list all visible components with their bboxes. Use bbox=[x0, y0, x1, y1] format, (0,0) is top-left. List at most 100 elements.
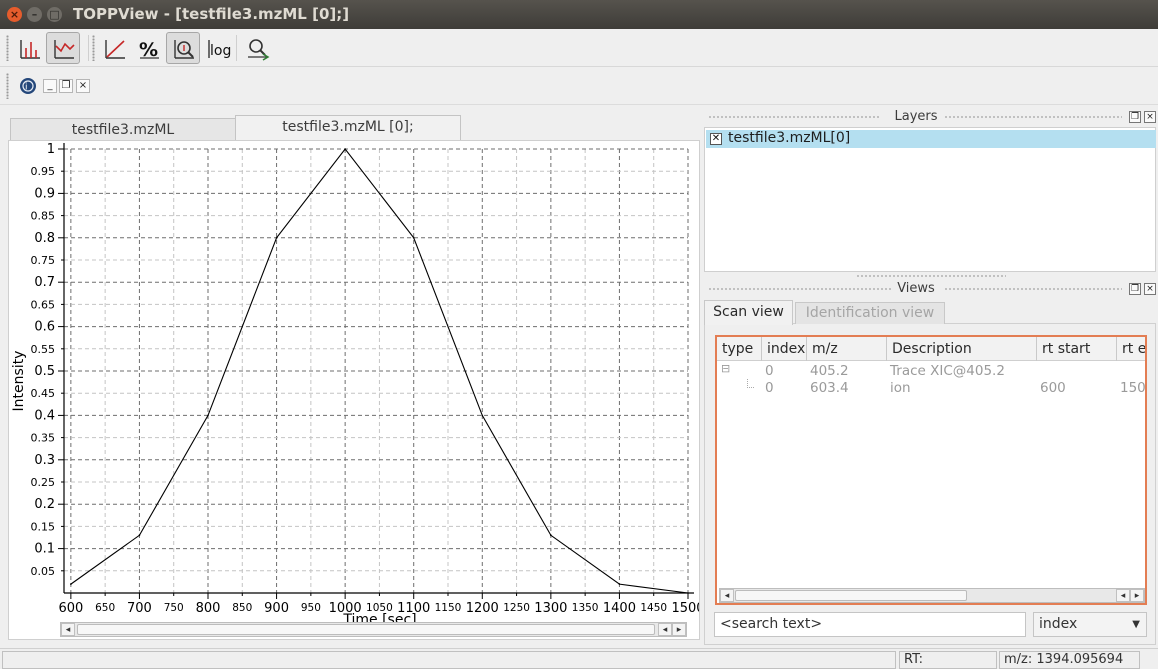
x-tick-label: 800 bbox=[196, 601, 221, 616]
layer-item[interactable]: ✕ testfile3.mzML[0] bbox=[706, 130, 1156, 148]
toolbar-grip[interactable] bbox=[6, 35, 9, 61]
y-tick-label: 0.2 bbox=[34, 497, 55, 512]
reset-zoom-button[interactable] bbox=[240, 32, 274, 64]
data-point bbox=[481, 414, 484, 417]
x-minor-tick-label: 1350 bbox=[572, 602, 599, 614]
status-rt: RT: bbox=[899, 651, 997, 669]
scroll-right-arrow[interactable]: ▸ bbox=[1130, 589, 1144, 602]
collapse-tree-icon[interactable]: ⊟ bbox=[721, 362, 730, 375]
column-header-rt-end[interactable]: rt e bbox=[1117, 337, 1145, 361]
restore-subwindow-button[interactable]: ❐ bbox=[59, 79, 73, 93]
y-tick-label: 0.45 bbox=[31, 387, 56, 400]
data-point bbox=[344, 148, 346, 150]
window-title: TOPPView - [testfile3.mzML [0];] bbox=[73, 5, 350, 23]
column-header-rt-start[interactable]: rt start bbox=[1037, 337, 1117, 361]
minimize-subwindow-button[interactable]: _ bbox=[43, 79, 57, 93]
table-horizontal-scrollbar[interactable]: ◂ ◂ ▸ bbox=[719, 588, 1145, 603]
float-layers-dock-button[interactable]: ❐ bbox=[1129, 111, 1141, 123]
toolbar-grip[interactable] bbox=[6, 73, 9, 99]
log-intensity-button[interactable]: log bbox=[200, 32, 234, 64]
tab-testfile3-mzml-0[interactable]: testfile3.mzML [0]; bbox=[235, 115, 461, 142]
layers-list[interactable]: ✕ testfile3.mzML[0] bbox=[704, 127, 1156, 272]
svg-text:i: i bbox=[25, 83, 28, 93]
dock-splitter-handle[interactable] bbox=[856, 274, 1006, 279]
data-point bbox=[687, 592, 689, 594]
linear-intensity-icon bbox=[105, 40, 125, 59]
y-tick-label: 1 bbox=[47, 142, 55, 157]
close-views-dock-button[interactable]: × bbox=[1144, 283, 1156, 295]
y-tick-label: 0.05 bbox=[31, 565, 56, 578]
views-dock-title: Views bbox=[897, 281, 935, 296]
percentage-intensity-button[interactable]: % bbox=[131, 32, 165, 64]
percentage-icon: % bbox=[139, 39, 159, 61]
snap-to-max-icon bbox=[174, 40, 194, 59]
y-axis-title: Intensity bbox=[11, 351, 27, 412]
scroll-left-arrow[interactable]: ◂ bbox=[61, 623, 75, 636]
data-point bbox=[550, 534, 552, 537]
scroll-left-arrow[interactable]: ◂ bbox=[1116, 589, 1130, 602]
connected-lines-button[interactable] bbox=[46, 32, 80, 64]
tab-testfile3-mzml[interactable]: testfile3.mzML bbox=[10, 118, 236, 142]
row-description: ion bbox=[890, 380, 911, 396]
tab-identification-view[interactable]: Identification view bbox=[795, 302, 945, 324]
status-bar: RT: m/z: 1394.095694 bbox=[0, 648, 1158, 669]
y-tick-label: 0.55 bbox=[31, 343, 56, 356]
info-icon[interactable]: i bbox=[19, 77, 37, 95]
scroll-left-arrow[interactable]: ◂ bbox=[658, 623, 672, 636]
data-point bbox=[618, 583, 621, 585]
toolbar-grip[interactable] bbox=[92, 35, 95, 61]
y-tick-label: 0.4 bbox=[34, 408, 55, 423]
column-header-index[interactable]: index bbox=[762, 337, 807, 361]
dock-grip bbox=[944, 115, 1122, 120]
chromatogram-chart[interactable]: 0.05 0.1 0.15 0.2 0.25 0.3 0.35 0.4 0.45 0.5 0.55 0… bbox=[9, 141, 705, 639]
layer-visibility-checkbox[interactable]: ✕ bbox=[710, 133, 722, 145]
float-views-dock-button[interactable]: ❐ bbox=[1129, 283, 1141, 295]
data-point bbox=[412, 237, 415, 239]
maximize-window-button[interactable]: □ bbox=[47, 7, 62, 22]
column-header-type[interactable]: type bbox=[717, 337, 762, 361]
x-minor-tick-label: 850 bbox=[232, 602, 252, 614]
dock-grip bbox=[944, 287, 1122, 292]
y-tick-label: 0.1 bbox=[34, 542, 55, 557]
status-message bbox=[2, 651, 896, 669]
column-header-description[interactable]: Description bbox=[887, 337, 1037, 361]
x-minor-tick-label: 950 bbox=[301, 602, 321, 614]
close-subwindow-button[interactable]: × bbox=[76, 79, 90, 93]
main-toolbar: % log bbox=[0, 29, 1158, 67]
y-tick-label: 0.95 bbox=[31, 165, 56, 178]
y-tick-label: 0.7 bbox=[34, 275, 55, 290]
scan-tree-table[interactable]: type index m/z Description rt start rt e… bbox=[715, 335, 1147, 605]
scroll-right-arrow[interactable]: ▸ bbox=[672, 623, 686, 636]
peak-mode-button[interactable] bbox=[12, 32, 46, 64]
search-field-value: index bbox=[1039, 616, 1078, 632]
log-intensity-icon: log bbox=[208, 40, 231, 59]
plot-horizontal-scrollbar[interactable]: ◂ ◂ ▸ bbox=[60, 622, 687, 637]
tab-scan-view[interactable]: Scan view bbox=[704, 300, 793, 325]
scrollbar-thumb[interactable] bbox=[735, 590, 967, 601]
row-description: Trace XIC@405.2 bbox=[890, 363, 1005, 379]
search-field-select[interactable]: index ▼ bbox=[1033, 612, 1147, 637]
scroll-left-arrow[interactable]: ◂ bbox=[720, 589, 734, 602]
row-index: 0 bbox=[765, 363, 774, 379]
row-mz: 405.2 bbox=[810, 363, 849, 379]
column-header-mz[interactable]: m/z bbox=[807, 337, 887, 361]
x-minor-tick-label: 1450 bbox=[640, 602, 667, 614]
y-tick-label: 0.6 bbox=[34, 320, 55, 335]
close-layers-dock-button[interactable]: × bbox=[1144, 111, 1156, 123]
document-tab-bar: testfile3.mzML testfile3.mzML [0]; bbox=[8, 115, 700, 142]
data-point bbox=[138, 534, 141, 537]
spectrum-plot-area[interactable]: 0.05 0.1 0.15 0.2 0.25 0.3 0.35 0.4 0.45 0.5 0.55 0… bbox=[8, 140, 705, 640]
peak-mode-icon bbox=[20, 40, 40, 59]
toolbar-separator bbox=[88, 35, 89, 61]
scrollbar-thumb[interactable] bbox=[77, 624, 655, 635]
row-rt-start: 600 bbox=[1040, 380, 1066, 396]
x-tick-label: 1500 bbox=[671, 601, 699, 616]
minimize-window-button[interactable]: – bbox=[27, 7, 42, 22]
y-tick-label: 0.35 bbox=[31, 432, 56, 445]
snap-to-max-button[interactable] bbox=[166, 32, 200, 64]
linear-intensity-button[interactable] bbox=[97, 32, 131, 64]
search-input[interactable]: <search text> bbox=[714, 612, 1026, 637]
row-mz: 603.4 bbox=[810, 380, 849, 396]
y-tick-label: 0.9 bbox=[34, 186, 55, 201]
close-window-button[interactable]: × bbox=[7, 7, 22, 22]
